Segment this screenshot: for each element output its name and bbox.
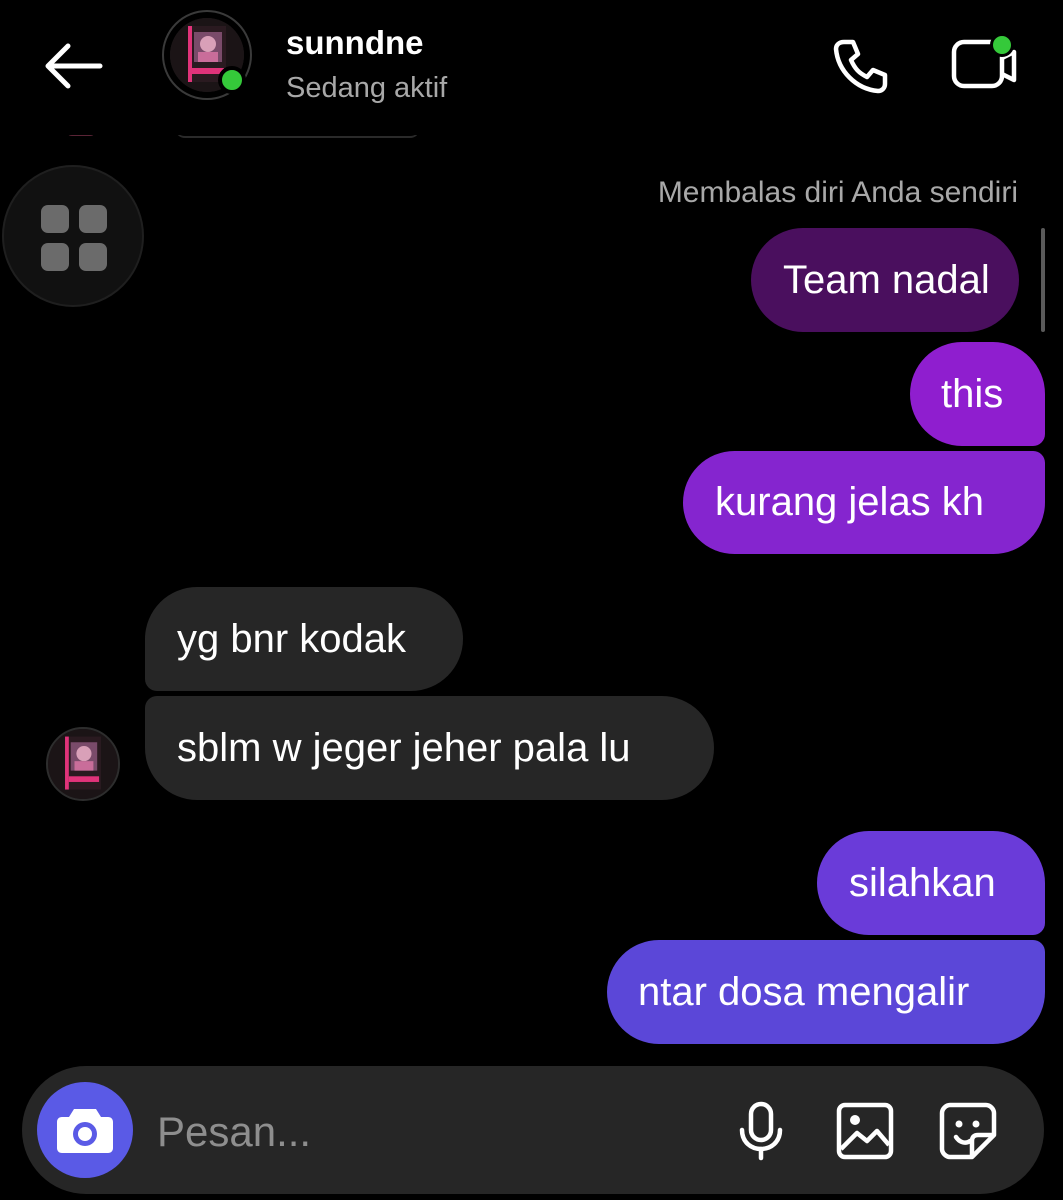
scrollbar-thumb[interactable] (1041, 228, 1045, 332)
message-text: silahkan (849, 860, 996, 905)
sent-reply-bubble[interactable]: Team nadal (751, 228, 1019, 332)
message-text: sblm w jeger jeher pala lu (177, 725, 631, 770)
chat-header: sunndne Sedang aktif (0, 0, 1063, 135)
sender-avatar[interactable] (46, 727, 120, 801)
video-active-dot (990, 33, 1014, 57)
camera-button[interactable] (37, 1082, 133, 1178)
message-text: this (941, 371, 1004, 416)
gallery-icon (836, 1102, 894, 1160)
received-message-bubble[interactable]: sblm w jeger jeher pala lu (145, 696, 714, 800)
back-arrow-icon (45, 43, 103, 89)
sticker-button[interactable] (935, 1098, 1001, 1164)
reply-context-label: Membalas diri Anda sendiri (657, 176, 1018, 209)
sent-message-bubble[interactable]: silahkan (817, 831, 1045, 935)
gallery-button[interactable] (833, 1098, 897, 1164)
sticker-icon (939, 1102, 997, 1160)
back-button[interactable] (38, 36, 108, 96)
camera-icon (57, 1109, 113, 1153)
microphone-icon (739, 1101, 783, 1161)
sent-message-bubble[interactable]: kurang jelas kh (683, 451, 1045, 554)
active-status: Sedang aktif (286, 72, 448, 104)
microphone-button[interactable] (730, 1098, 792, 1164)
message-text: yg bnr kodak (177, 616, 407, 661)
message-input[interactable] (157, 1100, 697, 1164)
voice-call-button[interactable] (826, 32, 894, 100)
message-text: Team nadal (783, 257, 990, 302)
sent-message-bubble[interactable]: ntar dosa mengalir (607, 940, 1045, 1044)
message-text: kurang jelas kh (715, 480, 985, 524)
message-text: ntar dosa mengalir (638, 969, 970, 1014)
chat-username[interactable]: sunndne (286, 24, 424, 62)
sent-message-bubble[interactable]: this (910, 342, 1045, 446)
phone-icon (833, 39, 888, 94)
received-message-bubble[interactable]: yg bnr kodak (145, 587, 463, 691)
grid-menu-button[interactable] (2, 165, 144, 307)
online-status-dot (218, 66, 246, 94)
